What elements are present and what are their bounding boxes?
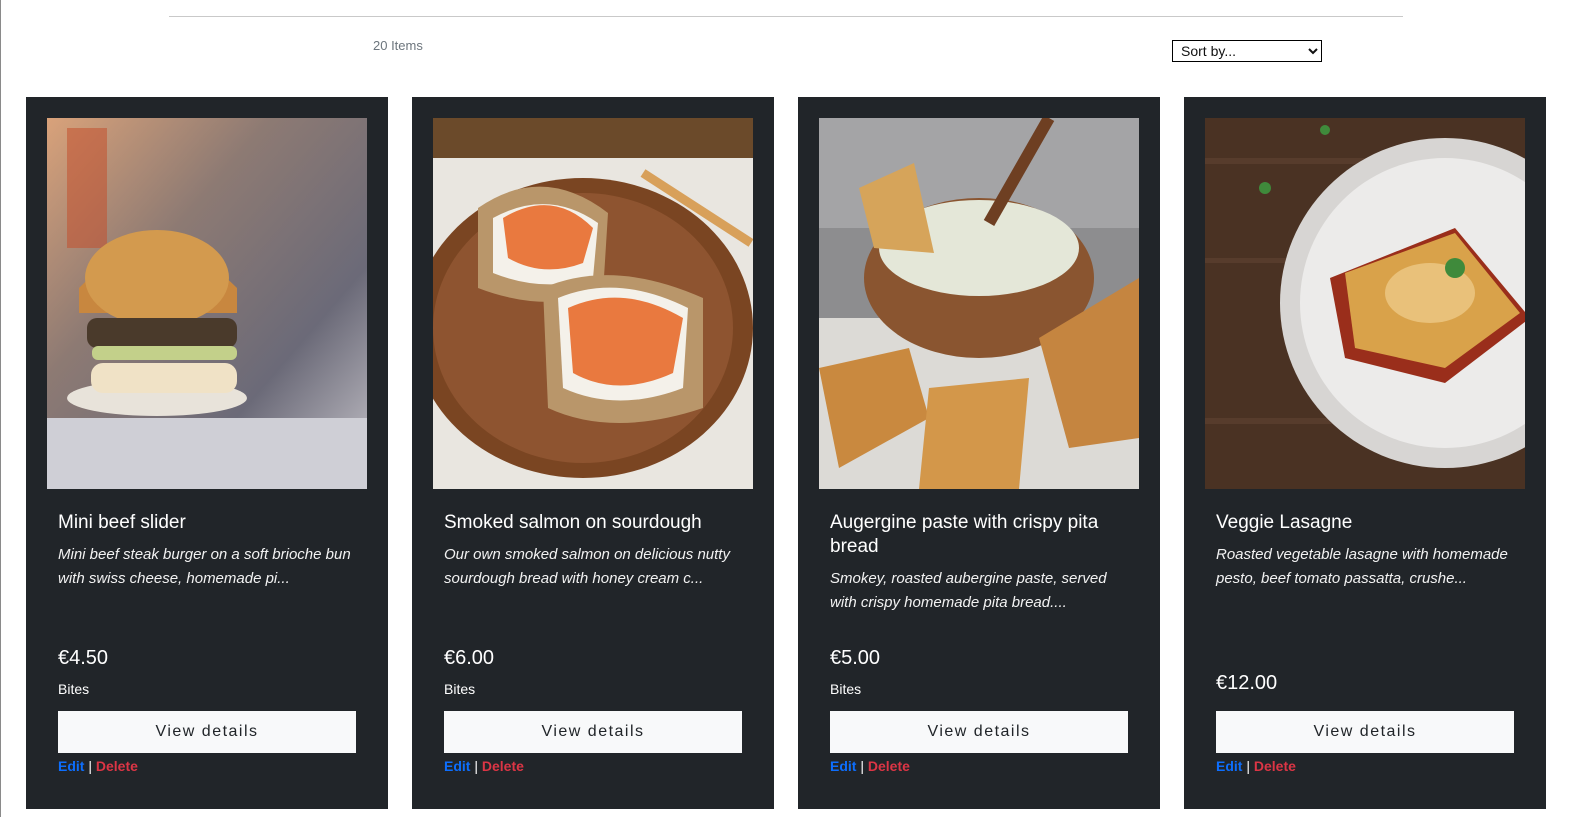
edit-link[interactable]: Edit (444, 758, 470, 774)
product-title: Augergine paste with crispy pita bread (830, 512, 1099, 557)
view-details-button[interactable]: View details (830, 711, 1128, 753)
sort-select[interactable]: Sort by... (1172, 40, 1322, 62)
view-details-button[interactable]: View details (444, 711, 742, 753)
product-price: €6.00 (444, 647, 495, 669)
product-description: Our own smoked salmon on delicious nutty… (444, 546, 730, 587)
product-card: Mini beef slider Mini beef steak burger … (26, 97, 388, 809)
product-card: Veggie Lasagne Roasted vegetable lasagne… (1184, 97, 1546, 809)
product-description: Mini beef steak burger on a soft brioche… (58, 546, 351, 587)
edit-link[interactable]: Edit (58, 758, 84, 774)
product-category: Bites (444, 681, 476, 697)
delete-link[interactable]: Delete (868, 758, 910, 774)
edit-link[interactable]: Edit (1216, 758, 1242, 774)
delete-link[interactable]: Delete (1254, 758, 1296, 774)
product-card: Smoked salmon on sourdough Our own smoke… (412, 97, 774, 809)
aubergine-dip-photo[interactable] (819, 118, 1139, 489)
product-title: Veggie Lasagne (1216, 512, 1353, 533)
admin-links: Edit | Delete (58, 758, 138, 774)
view-details-button[interactable]: View details (1216, 711, 1514, 753)
admin-links: Edit | Delete (1216, 758, 1296, 774)
separator: | (1246, 758, 1250, 774)
delete-link[interactable]: Delete (96, 758, 138, 774)
admin-links: Edit | Delete (830, 758, 910, 774)
product-description: Roasted vegetable lasagne with homemade … (1216, 546, 1508, 587)
product-category: Bites (830, 681, 862, 697)
product-price: €12.00 (1216, 672, 1278, 694)
separator: | (860, 758, 864, 774)
product-price: €4.50 (58, 647, 109, 669)
edit-link[interactable]: Edit (830, 758, 856, 774)
separator: | (474, 758, 478, 774)
product-title: Smoked salmon on sourdough (444, 512, 702, 533)
page: 20 Items Sort by... Mini beef slider Min… (0, 0, 1570, 817)
view-details-button[interactable]: View details (58, 711, 356, 753)
product-title: Mini beef slider (58, 512, 186, 533)
product-card: Augergine paste with crispy pita bread S… (798, 97, 1160, 809)
salmon-toast-photo[interactable] (433, 118, 753, 489)
product-description: Smokey, roasted aubergine paste, served … (830, 570, 1107, 611)
product-price: €5.00 (830, 647, 881, 669)
separator: | (88, 758, 92, 774)
veggie-lasagne-photo[interactable] (1205, 118, 1525, 489)
beef-slider-photo[interactable] (47, 118, 367, 489)
delete-link[interactable]: Delete (482, 758, 524, 774)
product-category: Bites (58, 681, 90, 697)
admin-links: Edit | Delete (444, 758, 524, 774)
divider (169, 16, 1403, 17)
item-count: 20 Items (373, 38, 423, 53)
